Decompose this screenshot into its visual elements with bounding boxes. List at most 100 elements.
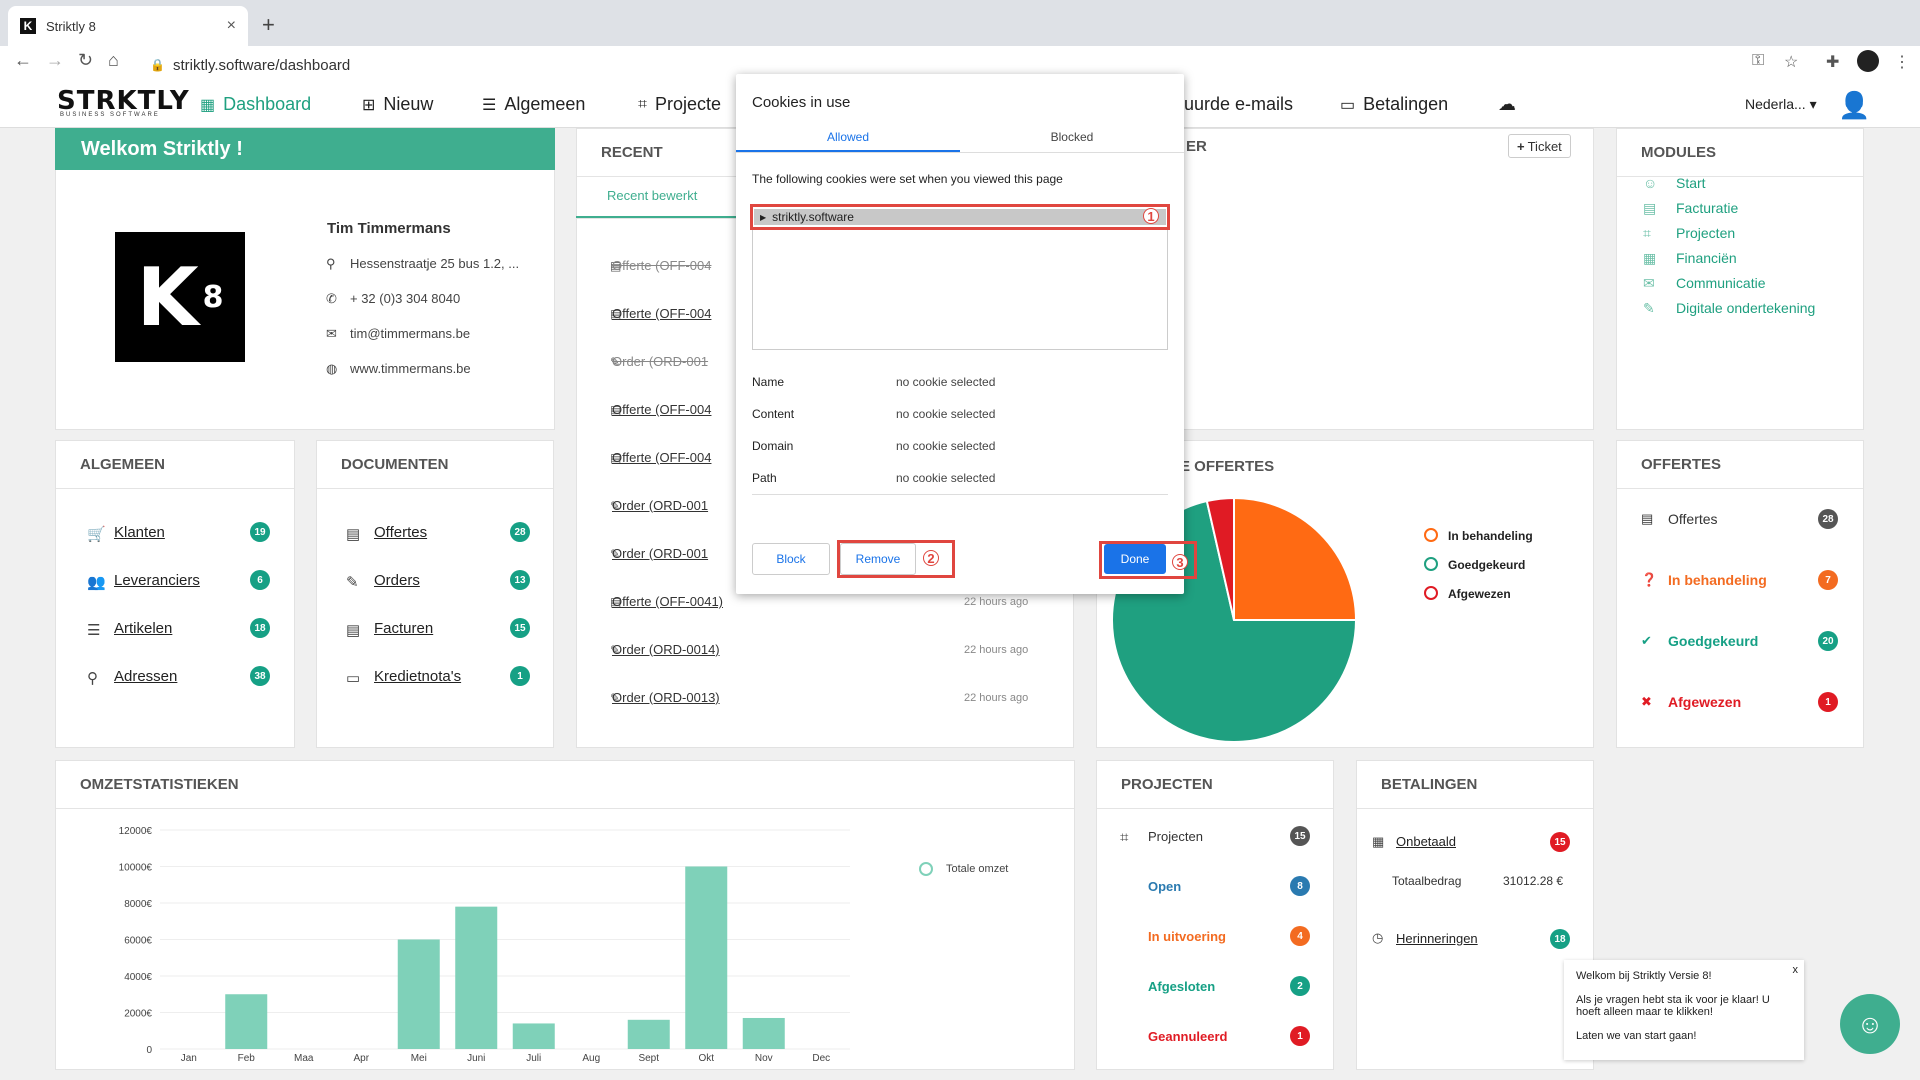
- menu-nieuw[interactable]: ⊞ Nieuw: [362, 94, 433, 115]
- bar-feb[interactable]: [225, 994, 268, 1049]
- close-tab-icon[interactable]: ×: [227, 17, 236, 35]
- bar-sept[interactable]: [627, 1019, 670, 1049]
- browser-tab[interactable]: K Striktly 8 ×: [8, 6, 248, 46]
- menu-algemeen[interactable]: ☰ Algemeen: [482, 94, 585, 115]
- module-icon: ✎: [1643, 300, 1655, 316]
- menu-emails[interactable]: uurde e-mails: [1184, 94, 1293, 115]
- y-tick-label: 6000€: [124, 936, 152, 947]
- recent-item-link[interactable]: Offerte (OFF-004: [612, 402, 711, 417]
- x-tick-label: Juli: [526, 1053, 541, 1064]
- module-icon: ✉: [1643, 275, 1655, 291]
- bar-juli[interactable]: [512, 1023, 555, 1049]
- projecten-afgesloten-label[interactable]: Afgesloten: [1148, 979, 1215, 994]
- badge-klanten: 19: [250, 522, 270, 542]
- omzet-legend-marker: [919, 862, 933, 876]
- projecten-open-label[interactable]: Open: [1148, 879, 1181, 894]
- tab-blocked[interactable]: Blocked: [960, 130, 1184, 144]
- map-marker-icon: ⚲: [326, 256, 336, 271]
- menu-label: Algemeen: [504, 94, 586, 114]
- recent-item-link[interactable]: Offerte (OFF-004: [612, 450, 711, 465]
- contact-email: tim@timmermans.be: [350, 326, 471, 341]
- projecten-uitvoering-label[interactable]: In uitvoering: [1148, 929, 1226, 944]
- company-logo: K8: [115, 232, 245, 362]
- offerte-status-label[interactable]: Afgewezen: [1668, 694, 1741, 710]
- recent-item-link[interactable]: Offerte (OFF-004: [612, 306, 711, 321]
- link-adressen[interactable]: Adressen: [114, 668, 177, 685]
- menu-projecten[interactable]: ⌗ Projecte: [638, 94, 721, 115]
- language-select[interactable]: Nederla... ▾: [1745, 96, 1817, 113]
- module-link[interactable]: Facturatie: [1676, 200, 1738, 216]
- link-herinneringen[interactable]: Herinneringen: [1396, 931, 1478, 946]
- pie-legend-label: Goedgekeurd: [1448, 558, 1526, 572]
- extensions-icon[interactable]: ✚: [1826, 52, 1839, 72]
- new-tab-icon[interactable]: +: [262, 12, 275, 38]
- ticket-button[interactable]: + Ticket: [1508, 134, 1571, 158]
- badge-geannuleerd: 1: [1290, 1026, 1310, 1046]
- y-tick-label: 0: [146, 1045, 152, 1056]
- menu-betalingen[interactable]: ▭ Betalingen: [1340, 94, 1448, 115]
- chat-close-icon[interactable]: x: [1793, 964, 1799, 976]
- offerte-status-label[interactable]: Offertes: [1668, 511, 1718, 527]
- link-offertes[interactable]: Offertes: [374, 524, 427, 541]
- profile-avatar[interactable]: [1857, 50, 1879, 72]
- edit-file-icon: ✎: [346, 574, 359, 591]
- ticket-label: Ticket: [1527, 138, 1562, 154]
- file-icon: ▤: [346, 622, 361, 639]
- link-orders[interactable]: Orders: [374, 572, 420, 589]
- recent-item-link[interactable]: Offerte (OFF-0041): [612, 594, 723, 609]
- offerte-status-label[interactable]: Goedgekeurd: [1668, 633, 1758, 649]
- badge-artikelen: 18: [250, 618, 270, 638]
- detail-path-label: Path: [752, 471, 777, 485]
- y-tick-label: 8000€: [124, 899, 152, 910]
- pie-legend-marker: [1424, 586, 1438, 600]
- link-leveranciers[interactable]: Leveranciers: [114, 572, 200, 589]
- key-icon[interactable]: ⚿: [1752, 52, 1764, 70]
- link-onbetaald[interactable]: Onbetaald: [1396, 834, 1456, 849]
- cloud-icon[interactable]: ☁: [1498, 94, 1516, 115]
- module-link[interactable]: Projecten: [1676, 225, 1735, 241]
- lock-icon: 🔒: [150, 58, 165, 72]
- chat-bot-button[interactable]: ☺: [1840, 994, 1900, 1054]
- module-link[interactable]: Communicatie: [1676, 275, 1765, 291]
- menu-dots-icon[interactable]: ⋮: [1894, 52, 1910, 72]
- module-link[interactable]: Digitale ondertekening: [1676, 300, 1815, 316]
- badge-offertes: 28: [510, 522, 530, 542]
- link-klanten[interactable]: Klanten: [114, 524, 165, 541]
- recent-item-link[interactable]: Order (ORD-001: [612, 546, 708, 561]
- bar-juni[interactable]: [455, 906, 498, 1049]
- link-facturen[interactable]: Facturen: [374, 620, 433, 637]
- menu-dashboard[interactable]: ▦ Dashboard: [200, 94, 311, 115]
- tab-recent-bewerkt[interactable]: Recent bewerkt: [607, 188, 697, 203]
- home-icon[interactable]: ⌂: [108, 50, 119, 71]
- recent-item-link[interactable]: Order (ORD-0014): [612, 642, 720, 657]
- module-link[interactable]: Start: [1676, 175, 1706, 191]
- recent-item-link[interactable]: Offerte (OFF-004: [612, 258, 711, 273]
- back-icon[interactable]: ←: [14, 50, 32, 71]
- offerte-status-label[interactable]: In behandeling: [1668, 572, 1767, 588]
- module-icon: ▤: [1643, 200, 1657, 216]
- menu-label: Dashboard: [223, 94, 312, 114]
- highlight-cookie-row: [750, 204, 1170, 230]
- pie-slice-in-behandeling[interactable]: [1233, 496, 1358, 621]
- module-icon: ⌗: [1643, 225, 1651, 241]
- bar-okt[interactable]: [685, 866, 728, 1050]
- module-link[interactable]: Financiën: [1676, 250, 1737, 266]
- star-icon[interactable]: ☆: [1784, 52, 1798, 72]
- bar-nov[interactable]: [742, 1017, 785, 1049]
- block-button[interactable]: Block: [752, 543, 830, 575]
- user-icon[interactable]: 👤: [1838, 90, 1870, 121]
- recent-item-link[interactable]: Order (ORD-001: [612, 354, 708, 369]
- details-divider: [752, 494, 1168, 495]
- link-kredietnotas[interactable]: Kredietnota's: [374, 668, 461, 685]
- projecten-total-label[interactable]: Projecten: [1148, 829, 1203, 844]
- credit-card-icon: ▭: [346, 670, 361, 687]
- tab-allowed[interactable]: Allowed: [736, 130, 960, 144]
- chat-welcome-bubble: x Welkom bij Striktly Versie 8! Als je v…: [1564, 960, 1804, 1060]
- link-artikelen[interactable]: Artikelen: [114, 620, 172, 637]
- recent-item-link[interactable]: Order (ORD-0013): [612, 690, 720, 705]
- recent-item-link[interactable]: Order (ORD-001: [612, 498, 708, 513]
- bar-mei[interactable]: [397, 939, 440, 1050]
- forward-icon[interactable]: →: [46, 50, 64, 71]
- projecten-geannuleerd-label[interactable]: Geannuleerd: [1148, 1029, 1227, 1044]
- reload-icon[interactable]: ↻: [78, 50, 93, 71]
